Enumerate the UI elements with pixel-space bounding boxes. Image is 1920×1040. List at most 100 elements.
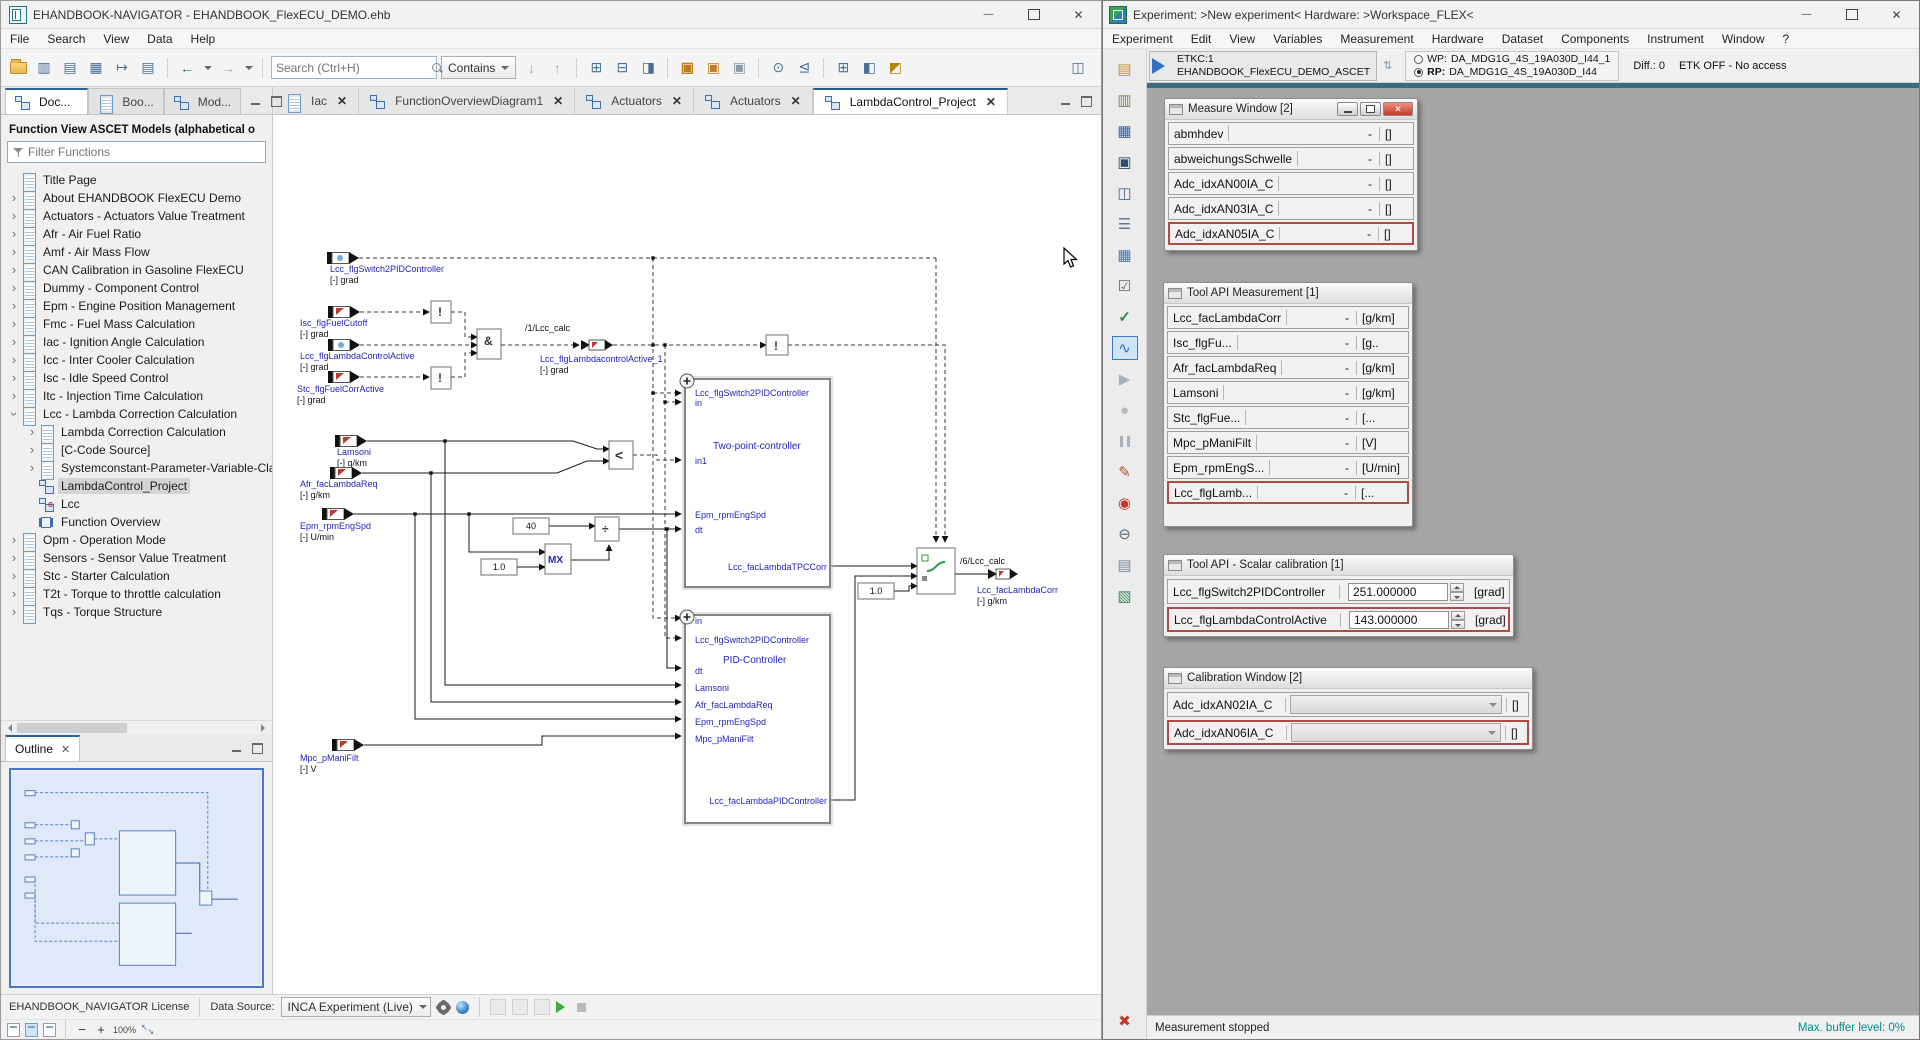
new-experiment-icon[interactable]: ▤ — [1112, 57, 1138, 81]
measure-row[interactable]: Adc_idxAN00IA_C - [] — [1168, 172, 1414, 195]
signal-check-icon[interactable]: ✓ — [1112, 305, 1138, 329]
tree-expander-icon[interactable] — [25, 425, 39, 439]
tool-api-measurement-panel[interactable]: Tool API Measurement [1] Lcc_facLambdaCo… — [1163, 282, 1413, 527]
tree-item[interactable]: Epm - Engine Position Management — [1, 297, 272, 315]
menu-item[interactable]: Dataset — [1493, 30, 1552, 48]
dataset-icon[interactable]: ▧ — [1112, 584, 1138, 608]
editor-tab[interactable]: LambdaControl_Project ✕ — [813, 88, 1008, 114]
menu-item[interactable]: Edit — [1182, 30, 1221, 48]
panel-minimize-button[interactable] — [1337, 102, 1358, 116]
tree-expander-icon[interactable] — [25, 443, 39, 457]
back-history-caret-icon[interactable] — [202, 57, 213, 79]
tree-item[interactable]: CAN Calibration in Gasoline FlexECU — [1, 261, 272, 279]
panel-maximize-icon[interactable] — [269, 95, 283, 107]
measure-row[interactable]: Epm_rpmEngS... - [U/min] — [1167, 456, 1409, 479]
calibration-row[interactable]: Lcc_flgSwitch2PIDController 251.000000 [… — [1167, 579, 1510, 604]
table-window-icon[interactable]: ▦ — [1112, 243, 1138, 267]
panel-restore-button[interactable] — [1360, 102, 1381, 116]
calibration-row[interactable]: Lcc_flgLambdaControlActive 143.000000 [g… — [1167, 607, 1510, 632]
measure-row[interactable]: Stc_flgFue... - [... — [1167, 406, 1409, 429]
tree-expander-icon[interactable] — [7, 299, 21, 313]
measure-window-icon[interactable]: ∿ — [1112, 336, 1138, 360]
tree-item[interactable]: About EHANDBOOK FlexECU Demo — [1, 189, 272, 207]
outline-tab[interactable]: Outline ✕ — [5, 735, 80, 761]
tool-api-measurement-titlebar[interactable]: Tool API Measurement [1] — [1164, 283, 1412, 304]
editor-tab[interactable]: Actuators ✕ — [694, 88, 813, 114]
menu-item[interactable]: View — [94, 30, 138, 48]
menu-item[interactable]: Help — [182, 30, 225, 48]
close-tab-icon[interactable]: ✕ — [553, 94, 563, 108]
highlight-icon[interactable]: ◩ — [884, 57, 906, 79]
measure-tool-icon[interactable] — [512, 999, 528, 1015]
value-spinner[interactable] — [1450, 583, 1464, 601]
close-tab-icon[interactable]: ✕ — [791, 94, 801, 108]
tree-expander-icon[interactable] — [7, 227, 21, 241]
tree-item[interactable]: Lcc — [1, 495, 272, 513]
outline-thumbnail[interactable] — [9, 768, 264, 988]
minimize-button[interactable] — [1784, 1, 1829, 28]
save-icon[interactable]: ▦ — [1112, 119, 1138, 143]
editor-tab[interactable]: Actuators ✕ — [575, 88, 694, 114]
tree-expander-icon[interactable] — [7, 209, 21, 223]
tree-item[interactable]: Actuators - Actuators Value Treatment — [1, 207, 272, 225]
input-port-stc-fuel-corr[interactable] — [328, 371, 360, 383]
input-port-lcc-control-active[interactable] — [328, 339, 360, 351]
error-log-icon[interactable]: ✖ — [1112, 1009, 1138, 1033]
input-port-afr-fac-lambda-req[interactable] — [330, 467, 362, 479]
library-icon[interactable]: ▥ — [33, 57, 55, 79]
tree-item[interactable]: Amf - Air Mass Flow — [1, 243, 272, 261]
tree-item[interactable]: Lcc - Lambda Correction Calculation — [1, 405, 272, 423]
value-combobox[interactable] — [1290, 695, 1502, 714]
tree-expander-icon[interactable] — [7, 551, 21, 565]
pause-icon[interactable] — [1112, 429, 1138, 453]
minimize-button[interactable] — [966, 1, 1011, 28]
start-live-icon[interactable] — [556, 1001, 571, 1013]
not-block-1[interactable]: ! — [431, 301, 451, 323]
tree-item[interactable]: [C-Code Source] — [1, 441, 272, 459]
less-than-block[interactable]: < — [609, 441, 633, 469]
tree-item[interactable]: Opm - Operation Mode — [1, 531, 272, 549]
editor-maximize-icon[interactable] — [1079, 95, 1093, 107]
tree-item[interactable]: Dummy - Component Control — [1, 279, 272, 297]
menu-item[interactable]: Variables — [1264, 30, 1331, 48]
tree-expander-icon[interactable] — [7, 569, 21, 583]
editor-tab[interactable]: FunctionOverviewDiagram1 ✕ — [359, 88, 575, 114]
tree-expander-icon[interactable] — [7, 191, 21, 205]
zoom-in-icon[interactable]: + — [94, 1022, 108, 1037]
record-tool-icon[interactable] — [490, 999, 506, 1015]
measure-row[interactable]: Isc_flgFu... - [g.. — [1167, 331, 1409, 354]
calibration-icon[interactable]: ✎ — [1112, 460, 1138, 484]
tree-item[interactable]: Title Page — [1, 171, 272, 189]
tree-item[interactable]: Icc - Inter Cooler Calculation — [1, 351, 272, 369]
forward-icon[interactable]: → — [217, 57, 239, 79]
open-workspace-icon[interactable]: ▥ — [1112, 88, 1138, 112]
snapshot-icon[interactable]: ◫ — [1067, 57, 1089, 79]
open-plain-window-icon[interactable]: ▣ — [728, 57, 750, 79]
tree-expander-icon[interactable] — [25, 461, 39, 475]
tree-item[interactable]: Lambda Correction Calculation — [1, 423, 272, 441]
record-icon[interactable]: ● — [1112, 398, 1138, 422]
measure-row[interactable]: Adc_idxAN03IA_C - [] — [1168, 197, 1414, 220]
menu-item[interactable]: View — [1220, 30, 1264, 48]
print-icon[interactable]: ▦ — [85, 57, 107, 79]
measure-row[interactable]: abmhdev - [] — [1168, 122, 1414, 145]
calibration-combo-row[interactable]: Adc_idxAN02IA_C [] — [1167, 692, 1529, 717]
scrollbar-thumb[interactable] — [17, 723, 127, 733]
tree-item[interactable]: Iac - Ignition Angle Calculation — [1, 333, 272, 351]
tree-expander-icon[interactable] — [7, 245, 21, 259]
panel-minimize-icon[interactable] — [249, 95, 263, 107]
constant-1-0-a[interactable]: 1.0 — [481, 559, 517, 575]
expand-all-icon[interactable]: ⊞ — [585, 57, 607, 79]
next-result-icon[interactable]: ↓ — [520, 57, 542, 79]
tree-expander-icon[interactable] — [7, 389, 21, 403]
menu-item[interactable]: Window — [1713, 30, 1774, 48]
measure-window-panel[interactable]: Measure Window [2] abmhdev — [1164, 98, 1418, 251]
fit-to-window-icon[interactable] — [141, 1023, 154, 1036]
division-block[interactable]: ÷ — [595, 517, 619, 541]
maximize-button[interactable] — [1011, 1, 1056, 28]
diagram-canvas[interactable]: Lcc_flgSwitch2PIDController [-] grad Isc… — [273, 115, 1101, 994]
constant-1-0-b[interactable]: 1.0 — [858, 583, 894, 599]
zoom-level[interactable]: 100% — [113, 1026, 136, 1034]
tree-item[interactable]: LambdaControl_Project — [1, 477, 272, 495]
stop-live-icon[interactable] — [577, 1003, 586, 1012]
